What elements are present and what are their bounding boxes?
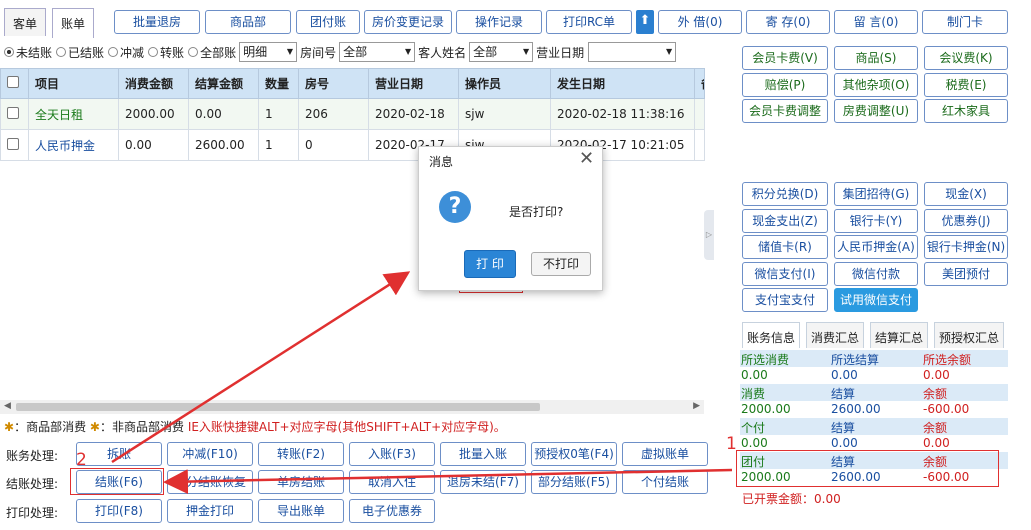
dialog-title: 消息 bbox=[429, 155, 454, 169]
arrow-2-to-3 bbox=[111, 271, 411, 464]
close-icon[interactable]: ✕ bbox=[579, 148, 594, 169]
print-confirm-button[interactable]: 打 印 bbox=[464, 250, 516, 278]
dialog-message: 是否打印? bbox=[509, 205, 564, 219]
question-icon: ? bbox=[439, 191, 471, 223]
arrow-1-to-2 bbox=[163, 468, 733, 495]
message-dialog: 消息 ✕ ? 是否打印? 打 印 不打印 bbox=[418, 146, 603, 291]
no-print-button[interactable]: 不打印 bbox=[531, 252, 591, 276]
